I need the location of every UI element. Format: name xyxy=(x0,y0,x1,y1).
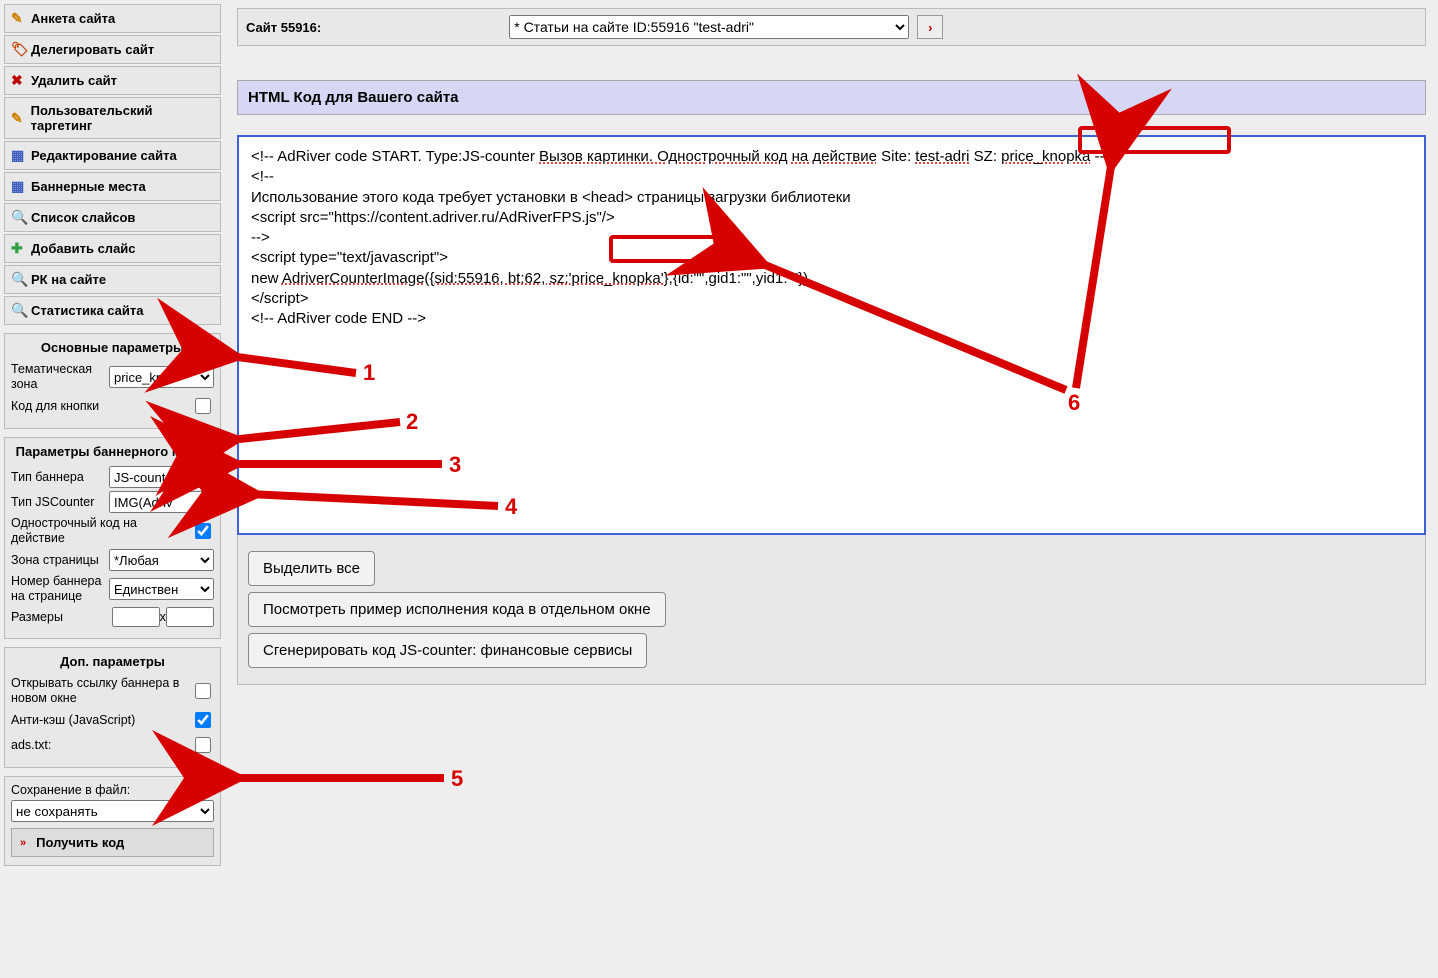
menu-label: РК на сайте xyxy=(31,272,106,287)
sidebar-item-2[interactable]: ✖Удалить сайт xyxy=(4,66,221,95)
topbar: Сайт 55916: * Статьи на сайте ID:55916 "… xyxy=(237,8,1426,46)
panel-title-extra: Доп. параметры xyxy=(11,652,214,673)
code-output[interactable]: <!-- AdRiver code START. Type:JS-counter… xyxy=(237,135,1426,535)
menu-icon: 🏷 xyxy=(11,41,31,58)
site-select[interactable]: * Статьи на сайте ID:55916 "test-adri" xyxy=(509,15,909,39)
sidebar-item-9[interactable]: 🔍Статистика сайта xyxy=(4,296,221,325)
code-text: new xyxy=(251,270,282,287)
size-width-input[interactable] xyxy=(112,607,160,627)
panel-main-params: Основные параметры Тематическая зона pri… xyxy=(4,333,221,429)
jscounter-type-label: Тип JSCounter xyxy=(11,495,109,510)
button-code-checkbox[interactable] xyxy=(195,398,211,414)
page-zone-select[interactable]: *Любая xyxy=(109,549,214,571)
code-text: price_knopka xyxy=(1001,148,1090,165)
code-text: <script type="text/javascript"> xyxy=(251,248,1412,268)
code-text: --> xyxy=(1090,148,1113,165)
chevron-right-icon: › xyxy=(928,20,932,35)
menu-label: Баннерные места xyxy=(31,179,146,194)
panel-banner-params: Параметры баннерного места Тип баннера J… xyxy=(4,437,221,639)
sidebar: ✎Анкета сайта🏷Делегировать сайт✖Удалить … xyxy=(0,0,225,870)
code-text: Site: xyxy=(877,148,915,165)
menu-icon: ✎ xyxy=(11,10,31,27)
menu-label: Удалить сайт xyxy=(31,73,117,88)
menu-icon: ▦ xyxy=(11,178,31,195)
banner-type-select[interactable]: JS-counte xyxy=(109,466,214,488)
menu-label: Статистика сайта xyxy=(31,303,144,318)
jscounter-type-select[interactable]: IMG(Adriv xyxy=(109,491,214,513)
panel-title-banner: Параметры баннерного места xyxy=(11,442,214,463)
code-text: </script> xyxy=(251,289,1412,309)
code-text: <!-- AdRiver code START. Type:JS-counter xyxy=(251,148,539,165)
main-content: Сайт 55916: * Статьи на сайте ID:55916 "… xyxy=(225,0,1438,870)
button-code-label: Код для кнопки xyxy=(11,399,191,414)
save-file-label: Сохранение в файл: xyxy=(11,783,214,797)
code-text: AdriverCounterImage({sid:55916, bt:62, xyxy=(282,270,550,287)
select-all-button[interactable]: Выделить все xyxy=(248,551,375,586)
code-text: Использование этого кода требует установ… xyxy=(251,188,1412,208)
theme-zone-select[interactable]: price_kno xyxy=(109,366,214,388)
panel-save-file: Сохранение в файл: не сохранять » Получи… xyxy=(4,776,221,866)
sidebar-item-3[interactable]: ✎Пользовательский таргетинг xyxy=(4,97,221,139)
code-text: <!-- AdRiver code END --> xyxy=(251,309,1412,329)
menu-icon: ✚ xyxy=(11,240,31,257)
code-text: Вызов картинки. Однострочный код на дейс… xyxy=(539,148,877,165)
sidebar-item-7[interactable]: ✚Добавить слайс xyxy=(4,234,221,263)
panel-title-main: Основные параметры xyxy=(11,338,214,359)
banner-num-select[interactable]: Единствен xyxy=(109,578,214,600)
save-file-select[interactable]: не сохранять xyxy=(11,800,214,822)
sizes-label: Размеры xyxy=(11,610,112,625)
preview-button[interactable]: Посмотреть пример исполнения кода в отде… xyxy=(248,592,666,627)
page-zone-label: Зона страницы xyxy=(11,553,109,568)
sidebar-item-4[interactable]: ▦Редактирование сайта xyxy=(4,141,221,170)
theme-zone-label: Тематическая зона xyxy=(11,362,109,392)
menu-label: Редактирование сайта xyxy=(31,148,177,163)
code-text: sz:'price_knopka' xyxy=(550,270,664,287)
oneline-checkbox[interactable] xyxy=(195,523,211,539)
menu-label: Список слайсов xyxy=(31,210,135,225)
banner-num-label: Номер баннера на странице xyxy=(11,574,109,604)
sidebar-item-8[interactable]: 🔍РК на сайте xyxy=(4,265,221,294)
code-text: --> xyxy=(251,228,1412,248)
banner-type-label: Тип баннера xyxy=(11,470,109,485)
site-id-label: Сайт 55916: xyxy=(246,20,321,35)
open-new-checkbox[interactable] xyxy=(195,683,211,699)
oneline-label: Однострочный код на действие xyxy=(11,516,191,546)
get-code-label: Получить код xyxy=(36,835,124,850)
code-text: SZ: xyxy=(969,148,1001,165)
menu-icon: 🔍 xyxy=(11,209,31,226)
menu-icon: ✎ xyxy=(11,110,31,127)
anticache-checkbox[interactable] xyxy=(195,712,211,728)
size-height-input[interactable] xyxy=(166,607,214,627)
chevron-right-icon: » xyxy=(20,837,26,849)
menu-label: Пользовательский таргетинг xyxy=(31,103,214,133)
code-section-header: HTML Код для Вашего сайта xyxy=(237,80,1426,115)
menu-label: Делегировать сайт xyxy=(31,42,154,57)
menu-icon: 🔍 xyxy=(11,302,31,319)
menu-icon: 🔍 xyxy=(11,271,31,288)
sidebar-item-0[interactable]: ✎Анкета сайта xyxy=(4,4,221,33)
code-text: test-adri xyxy=(915,148,969,165)
menu-icon: ✖ xyxy=(11,72,31,89)
menu-label: Добавить слайс xyxy=(31,241,136,256)
code-text: },{id:"",gid1:"",yid1:""}) xyxy=(664,270,809,287)
sidebar-item-5[interactable]: ▦Баннерные места xyxy=(4,172,221,201)
panel-extra-params: Доп. параметры Открывать ссылку баннера … xyxy=(4,647,221,768)
code-text: <script src="https://content.adriver.ru/… xyxy=(251,208,1412,228)
adstxt-checkbox[interactable] xyxy=(195,737,211,753)
sidebar-item-1[interactable]: 🏷Делегировать сайт xyxy=(4,35,221,64)
anticache-label: Анти-кэш (JavaScript) xyxy=(11,713,191,728)
sidebar-item-6[interactable]: 🔍Список слайсов xyxy=(4,203,221,232)
menu-icon: ▦ xyxy=(11,147,31,164)
menu-label: Анкета сайта xyxy=(31,11,115,26)
open-new-label: Открывать ссылку баннера в новом окне xyxy=(11,676,191,706)
action-area: Выделить все Посмотреть пример исполнени… xyxy=(237,535,1426,685)
go-button[interactable]: › xyxy=(917,15,943,39)
adstxt-label: ads.txt: xyxy=(11,738,191,753)
code-text: <!-- xyxy=(251,167,1412,187)
get-code-button[interactable]: » Получить код xyxy=(11,828,214,857)
generate-button[interactable]: Сгенерировать код JS-counter: финансовые… xyxy=(248,633,647,668)
